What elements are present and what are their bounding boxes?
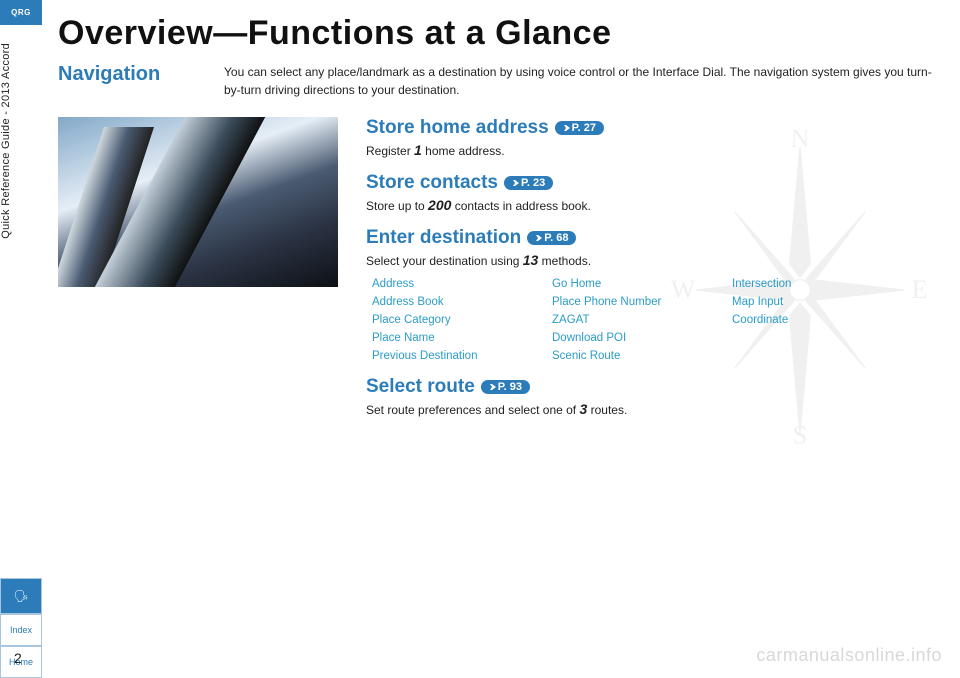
method-link[interactable]: Map Input (732, 296, 862, 308)
page-number: 2 (14, 650, 22, 666)
method-link[interactable]: Go Home (552, 278, 720, 290)
sidebar: QRG Quick Reference Guide - 2013 Accord … (0, 0, 42, 678)
page-ref-pill[interactable]: P. 23 (504, 176, 553, 190)
page-ref-pill[interactable]: P. 68 (527, 231, 576, 245)
arrow-icon (532, 233, 542, 243)
section-title[interactable]: Select route (366, 376, 475, 398)
method-link[interactable]: Scenic Route (552, 350, 720, 362)
method-link[interactable]: Address (372, 278, 540, 290)
page-ref-text: P. 27 (572, 122, 596, 134)
method-empty (732, 332, 862, 344)
arrow-icon (560, 123, 570, 133)
method-link[interactable]: Place Name (372, 332, 540, 344)
sidebar-guide-label: Quick Reference Guide - 2013 Accord (0, 29, 42, 253)
section-store-contacts: Store contacts P. 23 Store up to 200 con… (366, 172, 938, 213)
section-select-route: Select route P. 93 Set route preferences… (366, 376, 938, 417)
sidebar-index-button[interactable]: Index (0, 614, 42, 646)
sidebar-voice-button[interactable]: 🗣 (0, 578, 42, 614)
section-subtext: Store up to 200 contacts in address book… (366, 197, 938, 213)
method-link[interactable]: Place Phone Number (552, 296, 720, 308)
page-ref-pill[interactable]: P. 93 (481, 380, 530, 394)
arrow-icon (486, 382, 496, 392)
page-title: Overview—Functions at a Glance (58, 14, 938, 53)
method-empty (732, 350, 862, 362)
section-subtext: Set route preferences and select one of … (366, 401, 938, 417)
page-ref-pill[interactable]: P. 27 (555, 121, 604, 135)
section-store-home: Store home address P. 27 Register 1 home… (366, 117, 938, 158)
watermark: carmanualsonline.info (756, 645, 942, 666)
arrow-icon (509, 178, 519, 188)
voice-icon: 🗣 (13, 589, 28, 603)
section-heading-navigation: Navigation (58, 63, 188, 86)
main-content: Overview—Functions at a Glance Navigatio… (58, 14, 938, 431)
section-title[interactable]: Store contacts (366, 172, 498, 194)
page-ref-text: P. 23 (521, 177, 545, 189)
section-title[interactable]: Enter destination (366, 227, 521, 249)
section-subtext: Register 1 home address. (366, 142, 938, 158)
hero-image (58, 117, 338, 287)
method-link[interactable]: Download POI (552, 332, 720, 344)
section-subtext: Select your destination using 13 methods… (366, 252, 938, 268)
method-link[interactable]: ZAGAT (552, 314, 720, 326)
methods-grid: Address Go Home Intersection Address Boo… (372, 278, 938, 362)
intro-text: You can select any place/landmark as a d… (224, 63, 938, 99)
method-link[interactable]: Address Book (372, 296, 540, 308)
section-title[interactable]: Store home address (366, 117, 549, 139)
method-link[interactable]: Place Category (372, 314, 540, 326)
page-ref-text: P. 68 (544, 232, 568, 244)
method-link[interactable]: Previous Destination (372, 350, 540, 362)
method-link[interactable]: Intersection (732, 278, 862, 290)
section-enter-destination: Enter destination P. 68 Select your dest… (366, 227, 938, 362)
page-ref-text: P. 93 (498, 381, 522, 393)
sidebar-tab-qrg[interactable]: QRG (0, 0, 42, 25)
method-link[interactable]: Coordinate (732, 314, 862, 326)
